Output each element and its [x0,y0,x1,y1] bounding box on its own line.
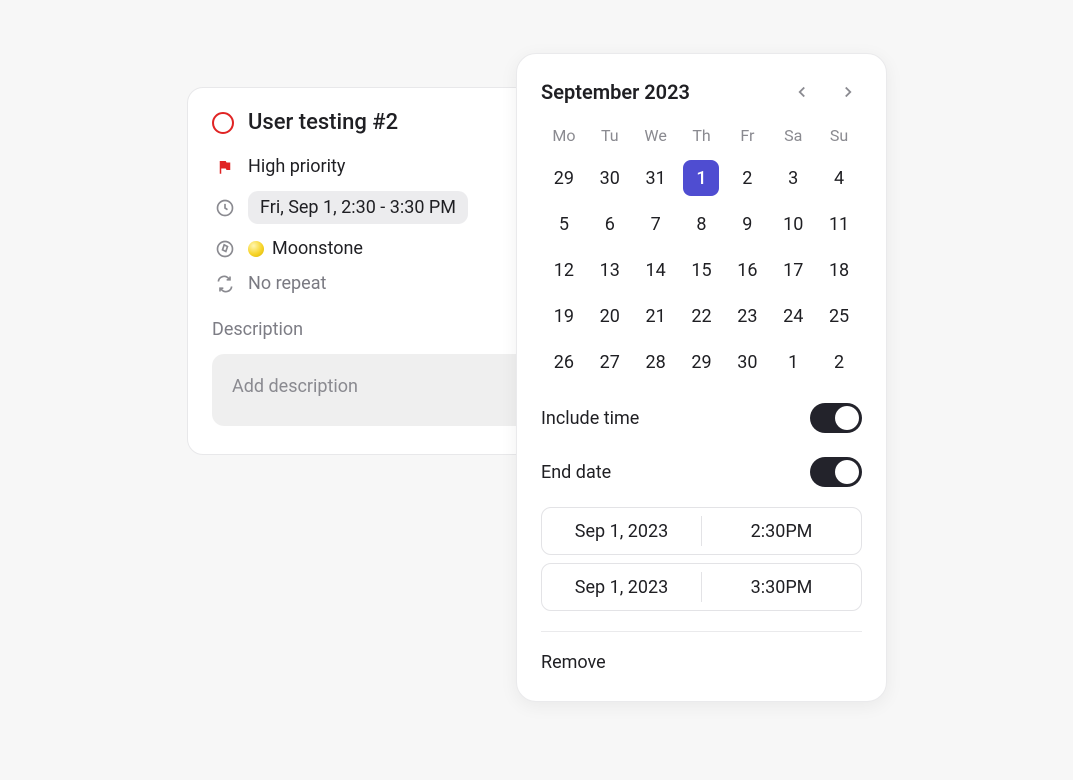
flag-icon [214,158,236,176]
calendar-day[interactable]: 24 [770,293,816,339]
weekday-label: Mo [541,120,587,155]
weekday-label: Su [816,120,862,155]
include-time-label: Include time [541,408,639,429]
weekday-label: Th [679,120,725,155]
end-date-input[interactable]: Sep 1, 2023 [542,564,701,610]
end-date-row: End date [541,445,862,499]
end-date-label: End date [541,462,611,483]
next-month-button[interactable] [834,78,862,106]
include-time-toggle[interactable] [810,403,862,433]
repeat-icon [214,274,236,294]
calendar-day[interactable]: 26 [541,339,587,385]
compass-icon [214,239,236,259]
month-label[interactable]: September 2023 [541,80,788,104]
start-date-input[interactable]: Sep 1, 2023 [542,508,701,554]
calendar-day[interactable]: 13 [587,247,633,293]
calendar-day[interactable]: 17 [770,247,816,293]
calendar-day[interactable]: 12 [541,247,587,293]
calendar-day[interactable]: 8 [679,201,725,247]
calendar-day[interactable]: 29 [541,155,587,201]
calendar-day[interactable]: 30 [587,155,633,201]
calendar-day[interactable]: 1 [770,339,816,385]
weekday-label: Tu [587,120,633,155]
repeat-label: No repeat [248,273,326,294]
include-time-row: Include time [541,391,862,445]
date-picker-popover: September 2023 MoTuWeThFrSaSu29303112345… [516,53,887,702]
calendar-day[interactable]: 28 [633,339,679,385]
weekday-label: We [633,120,679,155]
calendar-day[interactable]: 21 [633,293,679,339]
calendar-day[interactable]: 5 [541,201,587,247]
project-label-wrap: Moonstone [248,238,363,259]
calendar-day[interactable]: 25 [816,293,862,339]
weekday-label: Fr [724,120,770,155]
calendar-day[interactable]: 11 [816,201,862,247]
end-datetime-field: Sep 1, 2023 3:30PM [541,563,862,611]
calendar-day[interactable]: 31 [633,155,679,201]
calendar-day[interactable]: 4 [816,155,862,201]
picker-header: September 2023 [541,78,862,106]
calendar-day[interactable]: 30 [724,339,770,385]
calendar-day[interactable]: 2 [816,339,862,385]
calendar-day[interactable]: 20 [587,293,633,339]
start-time-input[interactable]: 2:30PM [702,508,861,554]
calendar-grid: MoTuWeThFrSaSu29303112345678910111213141… [541,120,862,385]
project-label: Moonstone [272,238,363,259]
calendar-day[interactable]: 1 [679,155,725,201]
divider [541,631,862,632]
chevron-right-icon [839,83,857,101]
weekday-label: Sa [770,120,816,155]
task-title[interactable]: User testing #2 [248,110,398,135]
calendar-day[interactable]: 14 [633,247,679,293]
calendar-day[interactable]: 10 [770,201,816,247]
calendar-day[interactable]: 6 [587,201,633,247]
remove-button[interactable]: Remove [541,648,862,677]
calendar-day[interactable]: 15 [679,247,725,293]
task-complete-circle[interactable] [212,112,234,134]
calendar-day[interactable]: 19 [541,293,587,339]
calendar-day[interactable]: 16 [724,247,770,293]
calendar-day[interactable]: 3 [770,155,816,201]
start-datetime-field: Sep 1, 2023 2:30PM [541,507,862,555]
calendar-day[interactable]: 23 [724,293,770,339]
calendar-day[interactable]: 29 [679,339,725,385]
date-pill[interactable]: Fri, Sep 1, 2:30 - 3:30 PM [248,191,468,224]
chevron-left-icon [793,83,811,101]
end-time-input[interactable]: 3:30PM [702,564,861,610]
end-date-toggle[interactable] [810,457,862,487]
calendar-day[interactable]: 18 [816,247,862,293]
priority-label: High priority [248,156,345,177]
calendar-day[interactable]: 9 [724,201,770,247]
prev-month-button[interactable] [788,78,816,106]
calendar-day[interactable]: 2 [724,155,770,201]
calendar-day[interactable]: 22 [679,293,725,339]
project-color-dot [248,241,264,257]
calendar-day[interactable]: 27 [587,339,633,385]
calendar-day[interactable]: 7 [633,201,679,247]
clock-icon [214,198,236,218]
